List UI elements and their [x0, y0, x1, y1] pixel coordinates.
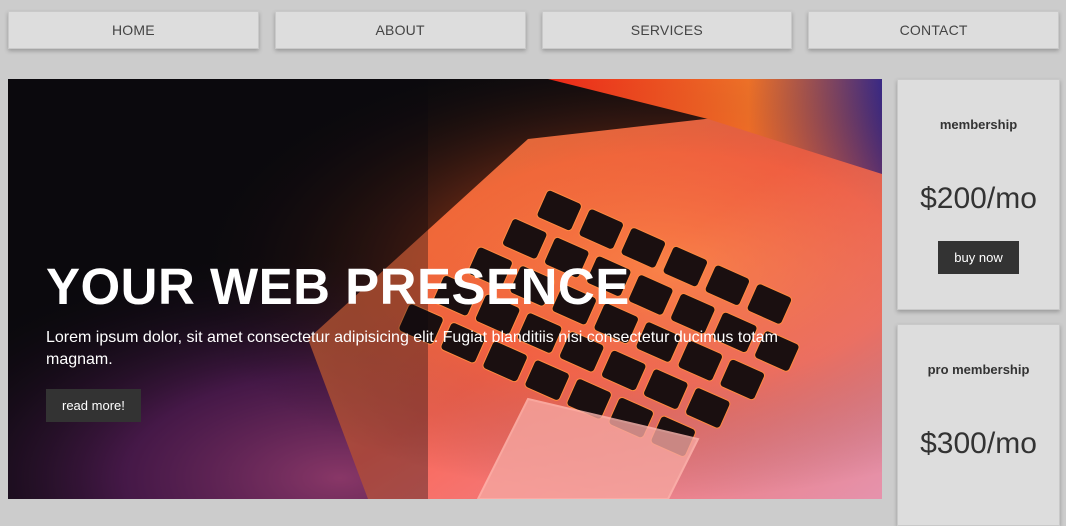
pricing-card-pro-membership: pro membership $300/mo: [897, 324, 1060, 526]
pricing-price: $200/mo: [920, 182, 1037, 215]
read-more-button[interactable]: read more!: [46, 389, 141, 422]
hero-description: Lorem ipsum dolor, sit amet consectetur …: [46, 329, 778, 368]
hero-title: YOUR WEB PRESENCE: [46, 258, 630, 315]
nav-about-button[interactable]: ABOUT: [274, 11, 526, 49]
pricing-title: pro membership: [927, 362, 1030, 377]
buy-now-button[interactable]: buy now: [938, 241, 1019, 274]
pricing-title: membership: [939, 117, 1018, 132]
hero-content: YOUR WEB PRESENCE Lorem ipsum dolor, sit…: [46, 259, 836, 422]
pricing-price: $300/mo: [920, 427, 1037, 460]
nav-services-button[interactable]: SERVICES: [541, 11, 793, 49]
nav-home-button[interactable]: HOME: [8, 11, 259, 49]
top-navigation: HOME ABOUT SERVICES CONTACT: [8, 11, 1059, 49]
pricing-card-membership: membership $200/mo buy now: [897, 79, 1060, 310]
nav-contact-button[interactable]: CONTACT: [808, 11, 1059, 49]
hero-section: YOUR WEB PRESENCE Lorem ipsum dolor, sit…: [8, 79, 882, 499]
